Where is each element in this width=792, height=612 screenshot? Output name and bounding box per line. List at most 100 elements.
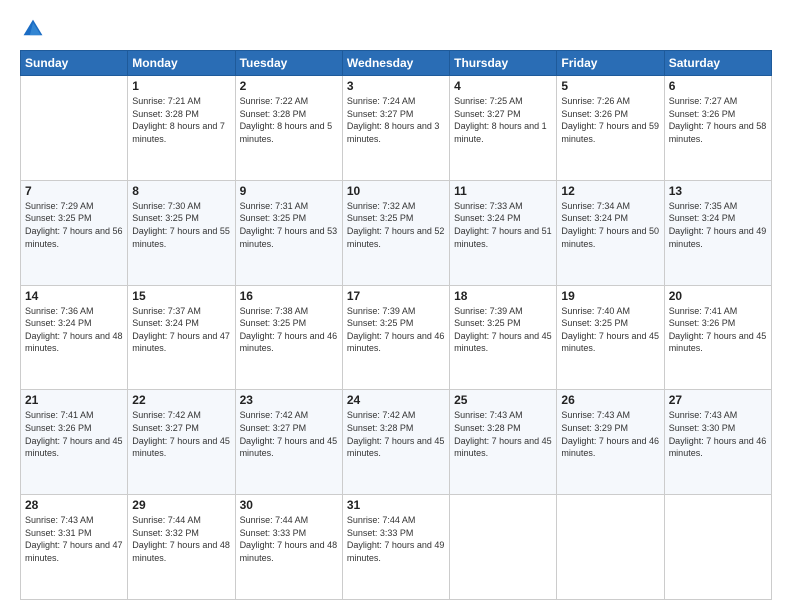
day-info: Sunrise: 7:21 AMSunset: 3:28 PMDaylight:… [132, 95, 230, 145]
calendar-header-saturday: Saturday [664, 51, 771, 76]
calendar-cell: 3 Sunrise: 7:24 AMSunset: 3:27 PMDaylight… [342, 76, 449, 181]
calendar-cell: 10 Sunrise: 7:32 AMSunset: 3:25 PMDayligh… [342, 180, 449, 285]
calendar-cell: 29 Sunrise: 7:44 AMSunset: 3:32 PMDayligh… [128, 495, 235, 600]
day-info: Sunrise: 7:36 AMSunset: 3:24 PMDaylight:… [25, 305, 123, 355]
day-number: 6 [669, 79, 767, 93]
day-number: 12 [561, 184, 659, 198]
day-info: Sunrise: 7:43 AMSunset: 3:30 PMDaylight:… [669, 409, 767, 459]
calendar-table: SundayMondayTuesdayWednesdayThursdayFrid… [20, 50, 772, 600]
calendar-week-row: 1 Sunrise: 7:21 AMSunset: 3:28 PMDaylight… [21, 76, 772, 181]
calendar-cell: 7Sunrise: 7:29 AMSunset: 3:25 PMDaylight… [21, 180, 128, 285]
day-number: 17 [347, 289, 445, 303]
calendar-cell [557, 495, 664, 600]
day-info: Sunrise: 7:39 AMSunset: 3:25 PMDaylight:… [454, 305, 552, 355]
calendar-cell: 22 Sunrise: 7:42 AMSunset: 3:27 PMDayligh… [128, 390, 235, 495]
calendar-cell: 15Sunrise: 7:37 AMSunset: 3:24 PMDayligh… [128, 285, 235, 390]
day-info: Sunrise: 7:34 AMSunset: 3:24 PMDaylight:… [561, 200, 659, 250]
day-number: 13 [669, 184, 767, 198]
day-number: 7 [25, 184, 123, 198]
day-number: 2 [240, 79, 338, 93]
day-info: Sunrise: 7:40 AMSunset: 3:25 PMDaylight:… [561, 305, 659, 355]
day-info: Sunrise: 7:26 AMSunset: 3:26 PMDaylight:… [561, 95, 659, 145]
day-number: 9 [240, 184, 338, 198]
calendar-cell: 18 Sunrise: 7:39 AMSunset: 3:25 PMDayligh… [450, 285, 557, 390]
day-number: 14 [25, 289, 123, 303]
header [20, 18, 772, 40]
day-number: 28 [25, 498, 123, 512]
day-info: Sunrise: 7:43 AMSunset: 3:29 PMDaylight:… [561, 409, 659, 459]
day-info: Sunrise: 7:25 AMSunset: 3:27 PMDaylight:… [454, 95, 552, 145]
calendar-header-row: SundayMondayTuesdayWednesdayThursdayFrid… [21, 51, 772, 76]
day-number: 8 [132, 184, 230, 198]
day-number: 20 [669, 289, 767, 303]
calendar-header-sunday: Sunday [21, 51, 128, 76]
day-number: 18 [454, 289, 552, 303]
day-info: Sunrise: 7:35 AMSunset: 3:24 PMDaylight:… [669, 200, 767, 250]
day-number: 22 [132, 393, 230, 407]
day-number: 4 [454, 79, 552, 93]
calendar-cell: 23Sunrise: 7:42 AMSunset: 3:27 PMDayligh… [235, 390, 342, 495]
calendar-header-wednesday: Wednesday [342, 51, 449, 76]
day-number: 21 [25, 393, 123, 407]
day-number: 1 [132, 79, 230, 93]
calendar-week-row: 7Sunrise: 7:29 AMSunset: 3:25 PMDaylight… [21, 180, 772, 285]
day-info: Sunrise: 7:43 AMSunset: 3:28 PMDaylight:… [454, 409, 552, 459]
calendar-cell: 1 Sunrise: 7:21 AMSunset: 3:28 PMDaylight… [128, 76, 235, 181]
day-info: Sunrise: 7:44 AMSunset: 3:33 PMDaylight:… [240, 514, 338, 564]
day-number: 5 [561, 79, 659, 93]
day-info: Sunrise: 7:42 AMSunset: 3:27 PMDaylight:… [240, 409, 338, 459]
calendar-cell: 16Sunrise: 7:38 AMSunset: 3:25 PMDayligh… [235, 285, 342, 390]
day-info: Sunrise: 7:44 AMSunset: 3:32 PMDaylight:… [132, 514, 230, 564]
calendar-cell: 4 Sunrise: 7:25 AMSunset: 3:27 PMDaylight… [450, 76, 557, 181]
calendar-cell: 27 Sunrise: 7:43 AMSunset: 3:30 PMDayligh… [664, 390, 771, 495]
calendar-cell [450, 495, 557, 600]
calendar-cell: 17Sunrise: 7:39 AMSunset: 3:25 PMDayligh… [342, 285, 449, 390]
day-number: 27 [669, 393, 767, 407]
day-number: 31 [347, 498, 445, 512]
calendar-cell: 12 Sunrise: 7:34 AMSunset: 3:24 PMDayligh… [557, 180, 664, 285]
day-info: Sunrise: 7:32 AMSunset: 3:25 PMDaylight:… [347, 200, 445, 250]
calendar-cell: 28Sunrise: 7:43 AMSunset: 3:31 PMDayligh… [21, 495, 128, 600]
calendar-cell [664, 495, 771, 600]
day-info: Sunrise: 7:24 AMSunset: 3:27 PMDaylight:… [347, 95, 445, 145]
day-info: Sunrise: 7:38 AMSunset: 3:25 PMDaylight:… [240, 305, 338, 355]
day-info: Sunrise: 7:44 AMSunset: 3:33 PMDaylight:… [347, 514, 445, 564]
calendar-cell: 25Sunrise: 7:43 AMSunset: 3:28 PMDayligh… [450, 390, 557, 495]
day-info: Sunrise: 7:31 AMSunset: 3:25 PMDaylight:… [240, 200, 338, 250]
day-number: 29 [132, 498, 230, 512]
calendar-cell: 9 Sunrise: 7:31 AMSunset: 3:25 PMDaylight… [235, 180, 342, 285]
calendar-cell: 11 Sunrise: 7:33 AMSunset: 3:24 PMDayligh… [450, 180, 557, 285]
day-info: Sunrise: 7:41 AMSunset: 3:26 PMDaylight:… [669, 305, 767, 355]
calendar-cell: 24 Sunrise: 7:42 AMSunset: 3:28 PMDayligh… [342, 390, 449, 495]
calendar-cell: 5 Sunrise: 7:26 AMSunset: 3:26 PMDaylight… [557, 76, 664, 181]
page: SundayMondayTuesdayWednesdayThursdayFrid… [0, 0, 792, 612]
day-number: 26 [561, 393, 659, 407]
day-info: Sunrise: 7:41 AMSunset: 3:26 PMDaylight:… [25, 409, 123, 459]
calendar-cell [21, 76, 128, 181]
day-number: 3 [347, 79, 445, 93]
day-info: Sunrise: 7:27 AMSunset: 3:26 PMDaylight:… [669, 95, 767, 145]
calendar-cell: 30Sunrise: 7:44 AMSunset: 3:33 PMDayligh… [235, 495, 342, 600]
calendar-week-row: 28Sunrise: 7:43 AMSunset: 3:31 PMDayligh… [21, 495, 772, 600]
calendar-cell: 20 Sunrise: 7:41 AMSunset: 3:26 PMDayligh… [664, 285, 771, 390]
calendar-header-friday: Friday [557, 51, 664, 76]
calendar-cell: 14 Sunrise: 7:36 AMSunset: 3:24 PMDayligh… [21, 285, 128, 390]
calendar-cell: 26 Sunrise: 7:43 AMSunset: 3:29 PMDayligh… [557, 390, 664, 495]
day-info: Sunrise: 7:42 AMSunset: 3:28 PMDaylight:… [347, 409, 445, 459]
calendar-header-tuesday: Tuesday [235, 51, 342, 76]
calendar-header-thursday: Thursday [450, 51, 557, 76]
day-number: 10 [347, 184, 445, 198]
calendar-cell: 6 Sunrise: 7:27 AMSunset: 3:26 PMDaylight… [664, 76, 771, 181]
logo [20, 18, 48, 40]
day-number: 11 [454, 184, 552, 198]
day-info: Sunrise: 7:33 AMSunset: 3:24 PMDaylight:… [454, 200, 552, 250]
calendar-header-monday: Monday [128, 51, 235, 76]
day-number: 19 [561, 289, 659, 303]
calendar-cell: 13 Sunrise: 7:35 AMSunset: 3:24 PMDayligh… [664, 180, 771, 285]
day-number: 24 [347, 393, 445, 407]
calendar-cell: 19 Sunrise: 7:40 AMSunset: 3:25 PMDayligh… [557, 285, 664, 390]
day-number: 15 [132, 289, 230, 303]
logo-icon [22, 18, 44, 40]
calendar-week-row: 14 Sunrise: 7:36 AMSunset: 3:24 PMDayligh… [21, 285, 772, 390]
day-info: Sunrise: 7:42 AMSunset: 3:27 PMDaylight:… [132, 409, 230, 459]
